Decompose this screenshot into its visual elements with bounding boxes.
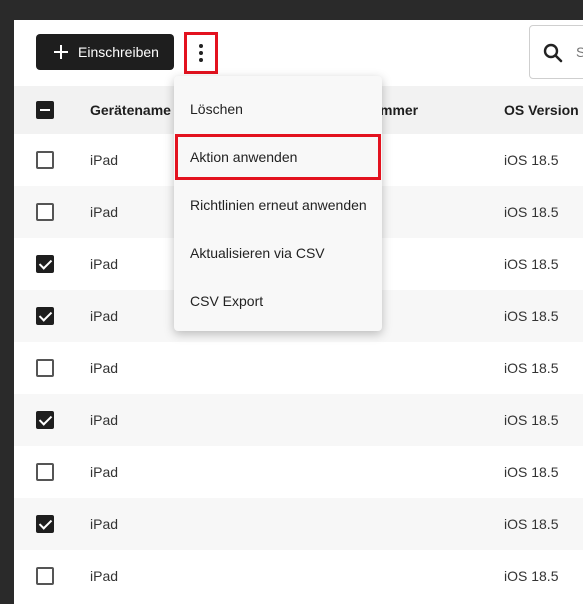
- enroll-button-label: Einschreiben: [78, 44, 159, 60]
- os-version-cell: iOS 18.5: [504, 360, 559, 376]
- os-version-cell: iOS 18.5: [504, 568, 559, 584]
- column-header-os-version[interactable]: OS Version: [504, 86, 579, 134]
- device-name-cell: iPad: [90, 464, 119, 480]
- device-name-cell: iPad: [90, 360, 119, 376]
- os-version-cell: iOS 18.5: [504, 412, 559, 428]
- os-version-cell: iOS 18.5: [504, 152, 559, 168]
- row-checkbox[interactable]: [36, 515, 54, 533]
- search-input[interactable]: [574, 40, 583, 64]
- menu-item[interactable]: Richtlinien erneut anwenden: [174, 181, 382, 229]
- column-header-serial-number[interactable]: mmer: [380, 86, 418, 134]
- row-checkbox[interactable]: [36, 255, 54, 273]
- table-row[interactable]: iPad iOS 18.5: [14, 342, 583, 394]
- menu-item[interactable]: CSV Export: [174, 277, 382, 325]
- os-version-cell: iOS 18.5: [504, 516, 559, 532]
- more-options-menu: Löschen Aktion anwenden Richtlinien erneut…: [174, 76, 382, 331]
- menu-item[interactable]: Aktion anwenden: [174, 133, 382, 181]
- more-options-button[interactable]: [184, 32, 218, 74]
- device-name-cell: iPad: [90, 568, 119, 584]
- row-checkbox[interactable]: [36, 151, 54, 169]
- search-box[interactable]: [529, 25, 583, 79]
- row-checkbox[interactable]: [36, 567, 54, 585]
- plus-icon: [54, 45, 68, 59]
- row-checkbox[interactable]: [36, 307, 54, 325]
- row-checkbox[interactable]: [36, 359, 54, 377]
- row-checkbox[interactable]: [36, 463, 54, 481]
- enroll-button[interactable]: Einschreiben: [36, 34, 174, 70]
- os-version-cell: iOS 18.5: [504, 256, 559, 272]
- os-version-cell: iOS 18.5: [504, 204, 559, 220]
- os-version-cell: iOS 18.5: [504, 464, 559, 480]
- device-name-cell: iPad: [90, 152, 119, 168]
- menu-item[interactable]: Aktualisieren via CSV: [174, 229, 382, 277]
- row-checkbox[interactable]: [36, 411, 54, 429]
- table-row[interactable]: iPad iOS 18.5: [14, 394, 583, 446]
- column-header-device-name[interactable]: Gerätename: [90, 86, 171, 134]
- more-vertical-icon: [199, 44, 203, 48]
- select-all-checkbox[interactable]: [36, 101, 54, 119]
- search-icon: [543, 43, 563, 63]
- table-row[interactable]: iPad iOS 18.5: [14, 550, 583, 602]
- device-name-cell: iPad: [90, 412, 119, 428]
- device-name-cell: iPad: [90, 516, 119, 532]
- table-row[interactable]: iPad iOS 18.5: [14, 498, 583, 550]
- device-name-cell: iPad: [90, 204, 119, 220]
- menu-item[interactable]: Löschen: [174, 85, 382, 133]
- os-version-cell: iOS 18.5: [504, 308, 559, 324]
- table-row[interactable]: iPad iOS 18.5: [14, 446, 583, 498]
- row-checkbox[interactable]: [36, 203, 54, 221]
- device-name-cell: iPad: [90, 256, 119, 272]
- device-name-cell: iPad: [90, 308, 119, 324]
